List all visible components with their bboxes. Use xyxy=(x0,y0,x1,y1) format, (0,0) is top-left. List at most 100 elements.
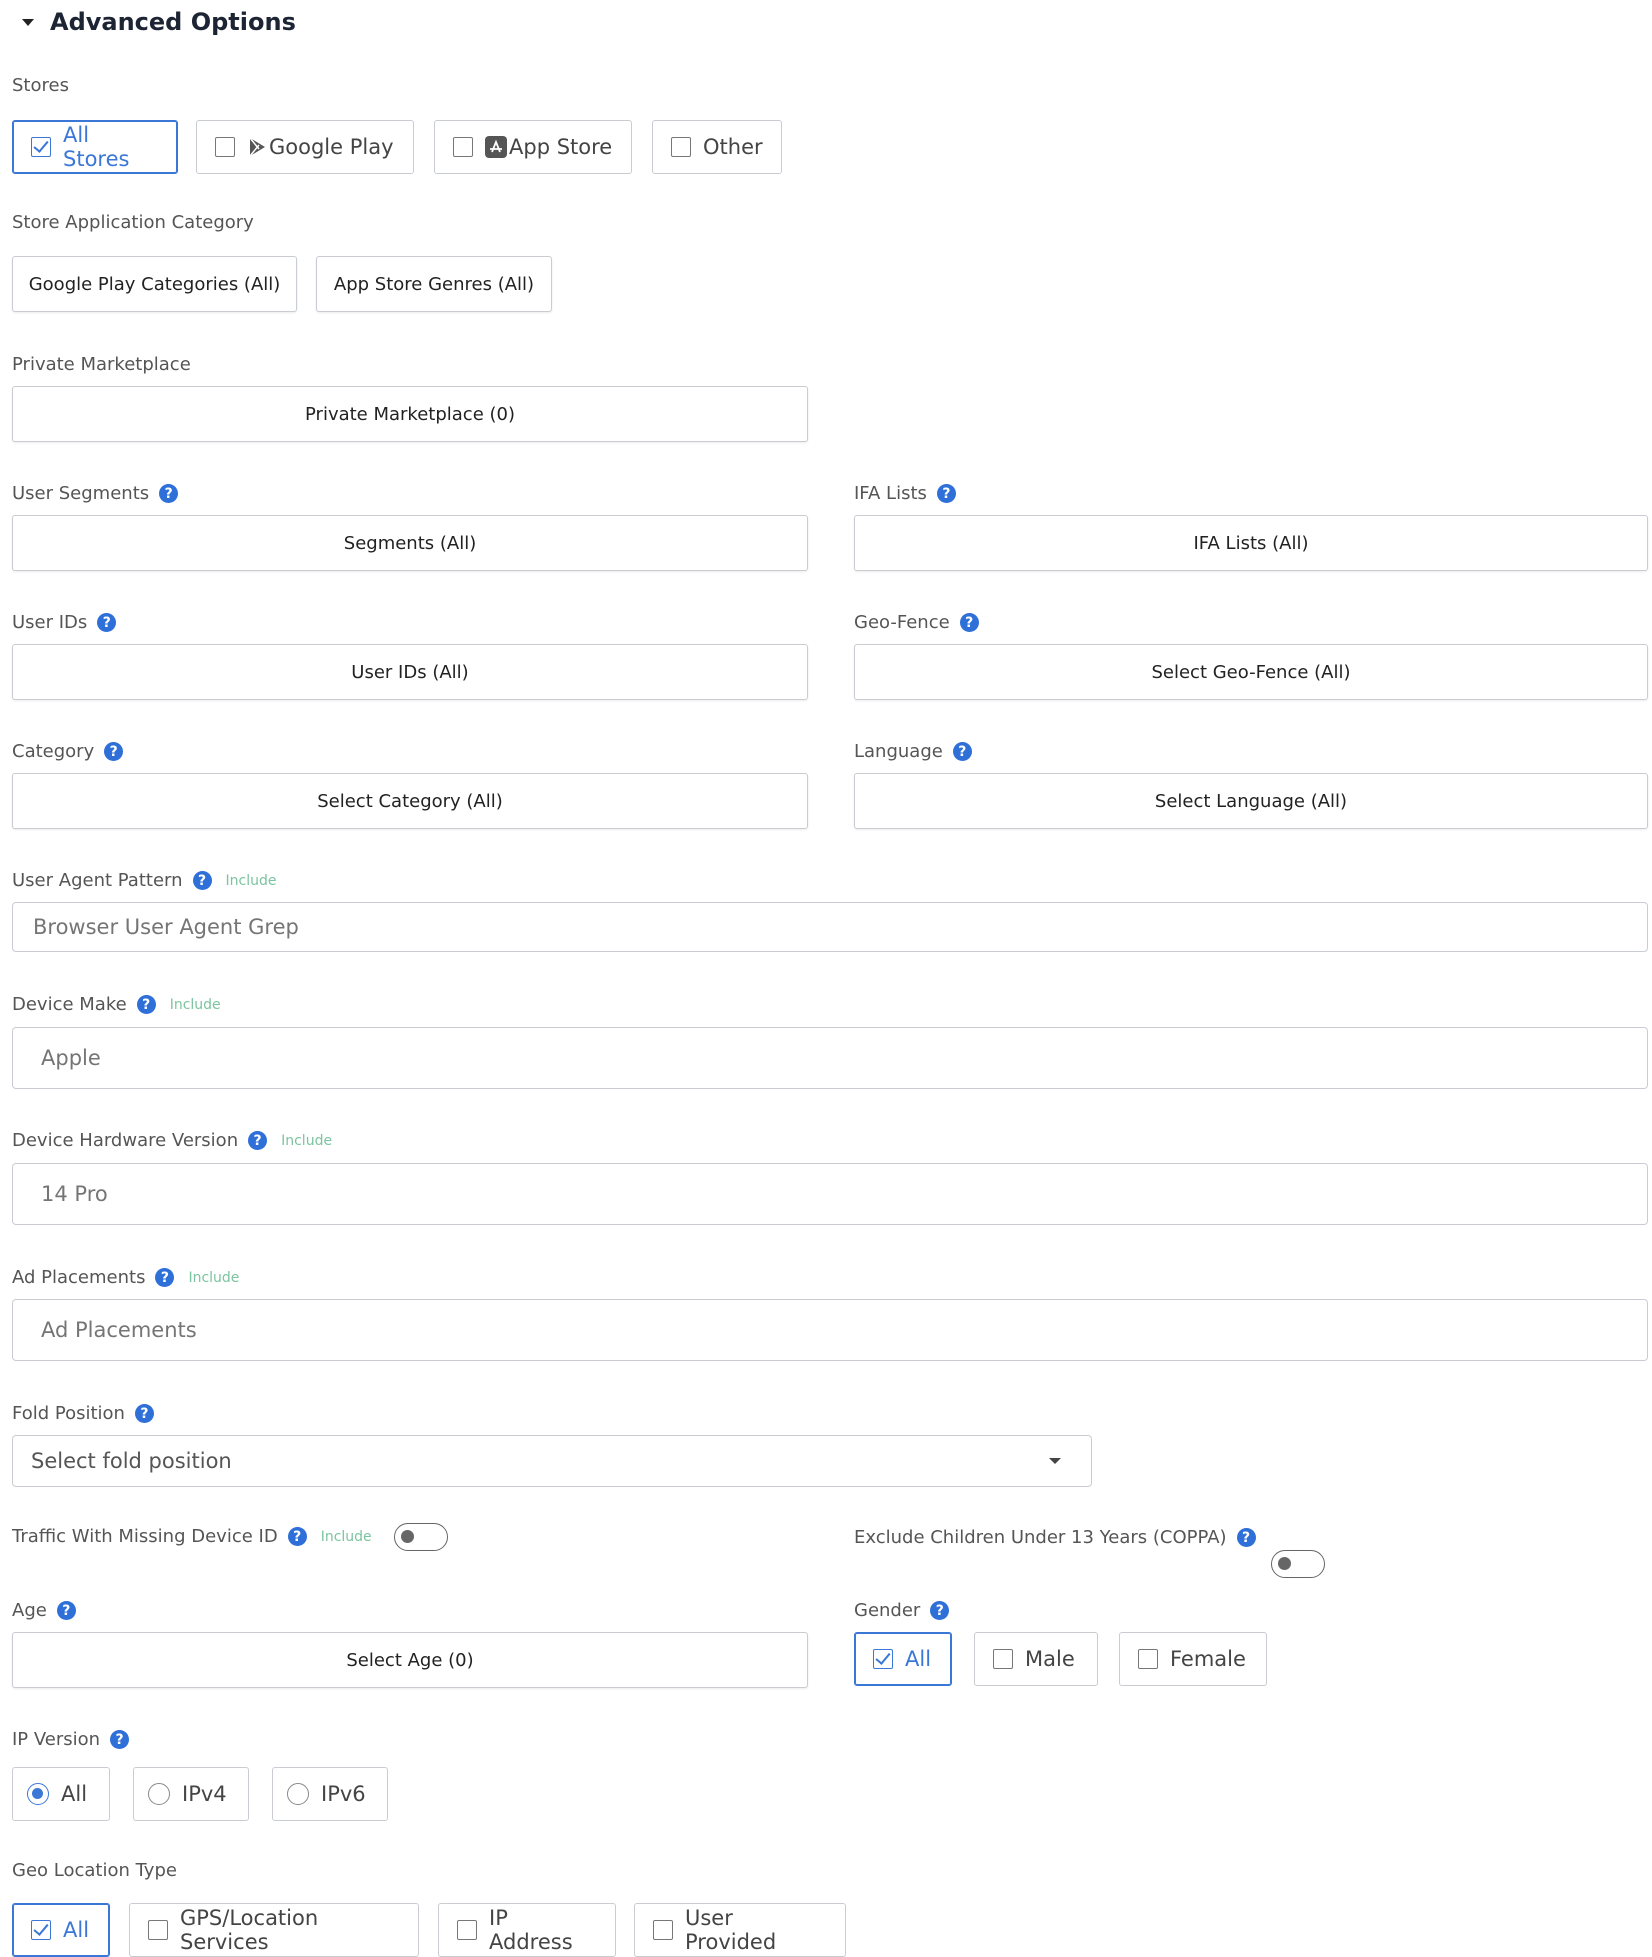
ip-option-ipv6[interactable]: IPv6 xyxy=(272,1767,388,1821)
app-store-genres-text: App Store Genres (All) xyxy=(333,273,535,295)
stores-label-text: Stores xyxy=(12,75,69,96)
ad-placements-input[interactable] xyxy=(12,1299,1648,1361)
include-tag: Include xyxy=(225,872,277,889)
geo-fence-button[interactable]: Select Geo-Fence (All) xyxy=(854,644,1648,700)
help-icon[interactable]: ? xyxy=(287,1527,307,1546)
checkbox-icon xyxy=(31,137,51,157)
category-button[interactable]: Select Category (All) xyxy=(12,773,808,829)
google-play-categories-button[interactable]: Google Play Categories (All) xyxy=(12,256,297,312)
user-agent-input[interactable] xyxy=(12,902,1648,952)
checkbox-icon xyxy=(31,1920,51,1940)
private-marketplace-button[interactable]: Private Marketplace (0) xyxy=(12,386,808,442)
ip-option-ipv4[interactable]: IPv4 xyxy=(133,1767,249,1821)
device-make-label: Device Make ? Include xyxy=(12,994,221,1015)
fold-position-select[interactable]: Select fold position xyxy=(12,1435,1092,1487)
help-icon[interactable]: ? xyxy=(155,1268,175,1287)
radio-icon xyxy=(27,1783,49,1805)
store-option-all[interactable]: All Stores xyxy=(12,120,178,174)
help-icon[interactable]: ? xyxy=(192,871,212,890)
age-button-text: Select Age (0) xyxy=(346,1649,474,1671)
ifa-lists-button-text: IFA Lists (All) xyxy=(1193,532,1309,554)
checkbox-icon xyxy=(873,1649,893,1669)
advanced-options-header[interactable]: Advanced Options xyxy=(12,2,296,42)
language-button[interactable]: Select Language (All) xyxy=(854,773,1648,829)
help-icon[interactable]: ? xyxy=(159,484,179,503)
user-ids-label: User IDs ? xyxy=(12,612,117,633)
checkbox-icon xyxy=(653,1920,673,1940)
checkbox-icon xyxy=(453,137,473,157)
caret-down-icon xyxy=(22,18,34,26)
gender-option-male[interactable]: Male xyxy=(974,1632,1098,1686)
ifa-lists-button[interactable]: IFA Lists (All) xyxy=(854,515,1648,571)
help-icon[interactable]: ? xyxy=(248,1131,268,1150)
geo-location-type-label-text: Geo Location Type xyxy=(12,1860,177,1881)
device-make-input[interactable] xyxy=(12,1027,1648,1089)
help-icon[interactable]: ? xyxy=(56,1601,76,1620)
ip-option-all[interactable]: All xyxy=(12,1767,110,1821)
help-icon[interactable]: ? xyxy=(136,995,156,1014)
user-ids-label-text: User IDs xyxy=(12,612,88,633)
ip-option-label: IPv4 xyxy=(182,1782,227,1806)
store-option-app-store[interactable]: App Store xyxy=(434,120,632,174)
gender-option-all[interactable]: All xyxy=(854,1632,952,1686)
help-icon[interactable]: ? xyxy=(959,613,979,632)
fold-position-label: Fold Position ? xyxy=(12,1403,154,1424)
help-icon[interactable]: ? xyxy=(936,484,956,503)
ifa-lists-label-text: IFA Lists xyxy=(854,483,927,504)
geo-fence-label-text: Geo-Fence xyxy=(854,612,950,633)
age-label: Age ? xyxy=(12,1600,76,1621)
include-tag: Include xyxy=(320,1528,372,1545)
radio-icon xyxy=(287,1783,309,1805)
help-icon[interactable]: ? xyxy=(952,742,972,761)
store-option-google-play[interactable]: Google Play xyxy=(196,120,414,174)
geo-option-label: IP Address xyxy=(489,1906,573,1954)
device-hardware-label-text: Device Hardware Version xyxy=(12,1130,239,1151)
device-hardware-label: Device Hardware Version ? Include xyxy=(12,1130,332,1151)
checkbox-icon xyxy=(215,137,235,157)
geo-option-ip-address[interactable]: IP Address xyxy=(438,1903,616,1957)
private-marketplace-button-text: Private Marketplace (0) xyxy=(305,403,515,425)
ip-version-label-text: IP Version xyxy=(12,1729,101,1750)
store-category-label: Store Application Category xyxy=(12,212,254,233)
gender-option-female[interactable]: Female xyxy=(1119,1632,1267,1686)
chevron-down-icon xyxy=(1049,1458,1061,1464)
include-tag: Include xyxy=(169,996,221,1013)
age-button[interactable]: Select Age (0) xyxy=(12,1632,808,1688)
category-button-text: Select Category (All) xyxy=(317,790,503,812)
gender-label-text: Gender xyxy=(854,1600,921,1621)
store-option-other[interactable]: Other xyxy=(652,120,782,174)
coppa-toggle[interactable] xyxy=(1271,1550,1325,1578)
app-store-icon xyxy=(485,136,507,158)
gender-option-label: Female xyxy=(1170,1647,1246,1671)
google-play-icon xyxy=(249,137,265,157)
geo-option-gps[interactable]: GPS/Location Services xyxy=(129,1903,419,1957)
segments-button[interactable]: Segments (All) xyxy=(12,515,808,571)
help-icon[interactable]: ? xyxy=(97,613,117,632)
store-option-label: All Stores xyxy=(63,123,130,171)
gender-option-label: All xyxy=(905,1647,932,1671)
help-icon[interactable]: ? xyxy=(134,1404,154,1423)
help-icon[interactable]: ? xyxy=(104,742,124,761)
gender-label: Gender ? xyxy=(854,1600,950,1621)
ip-version-label: IP Version ? xyxy=(12,1729,130,1750)
radio-icon xyxy=(148,1783,170,1805)
user-segments-label: User Segments ? xyxy=(12,483,179,504)
app-store-genres-button[interactable]: App Store Genres (All) xyxy=(316,256,552,312)
geo-option-all[interactable]: All xyxy=(12,1903,110,1957)
segments-button-text: Segments (All) xyxy=(343,532,477,554)
missing-device-label: Traffic With Missing Device ID ? Include xyxy=(12,1526,372,1547)
user-ids-button[interactable]: User IDs (All) xyxy=(12,644,808,700)
user-agent-label-text: User Agent Pattern xyxy=(12,870,183,891)
missing-device-toggle[interactable] xyxy=(394,1523,448,1551)
help-icon[interactable]: ? xyxy=(1236,1528,1256,1547)
ad-placements-label-text: Ad Placements xyxy=(12,1267,146,1288)
device-hardware-input[interactable] xyxy=(12,1163,1648,1225)
help-icon[interactable]: ? xyxy=(110,1730,130,1749)
store-option-label: Other xyxy=(703,135,763,159)
checkbox-icon xyxy=(457,1920,477,1940)
geo-option-user-provided[interactable]: User Provided xyxy=(634,1903,846,1957)
help-icon[interactable]: ? xyxy=(930,1601,950,1620)
private-marketplace-label: Private Marketplace xyxy=(12,354,191,375)
stores-label: Stores xyxy=(12,75,69,96)
user-agent-label: User Agent Pattern ? Include xyxy=(12,870,276,891)
